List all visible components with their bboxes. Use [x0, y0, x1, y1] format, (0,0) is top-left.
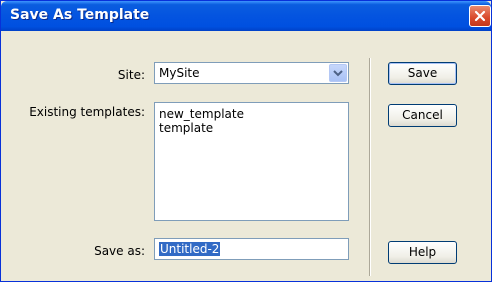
dropdown-arrow-icon[interactable]: [329, 64, 347, 82]
site-select-value: MySite: [159, 66, 200, 80]
close-button[interactable]: [469, 5, 491, 27]
list-item[interactable]: new_template: [155, 107, 348, 121]
cancel-button[interactable]: Cancel: [388, 104, 457, 127]
title-bar[interactable]: Save As Template: [1, 1, 491, 31]
dialog-title: Save As Template: [10, 7, 150, 23]
save-as-template-dialog: Save As Template Site: MySite Existing t…: [0, 0, 492, 282]
save-button[interactable]: Save: [388, 62, 457, 85]
help-button[interactable]: Help: [388, 241, 457, 264]
close-icon: [474, 10, 486, 22]
existing-templates-list[interactable]: new_template template: [154, 102, 349, 221]
save-as-label: Save as:: [94, 244, 145, 258]
site-label: Site:: [117, 68, 145, 82]
existing-templates-label: Existing templates:: [29, 105, 145, 119]
save-as-input-value: Untitled-2: [159, 242, 221, 256]
site-select[interactable]: MySite: [154, 62, 349, 84]
save-as-input[interactable]: Untitled-2: [154, 238, 349, 260]
list-item[interactable]: template: [155, 121, 348, 135]
vertical-divider: [369, 58, 371, 276]
